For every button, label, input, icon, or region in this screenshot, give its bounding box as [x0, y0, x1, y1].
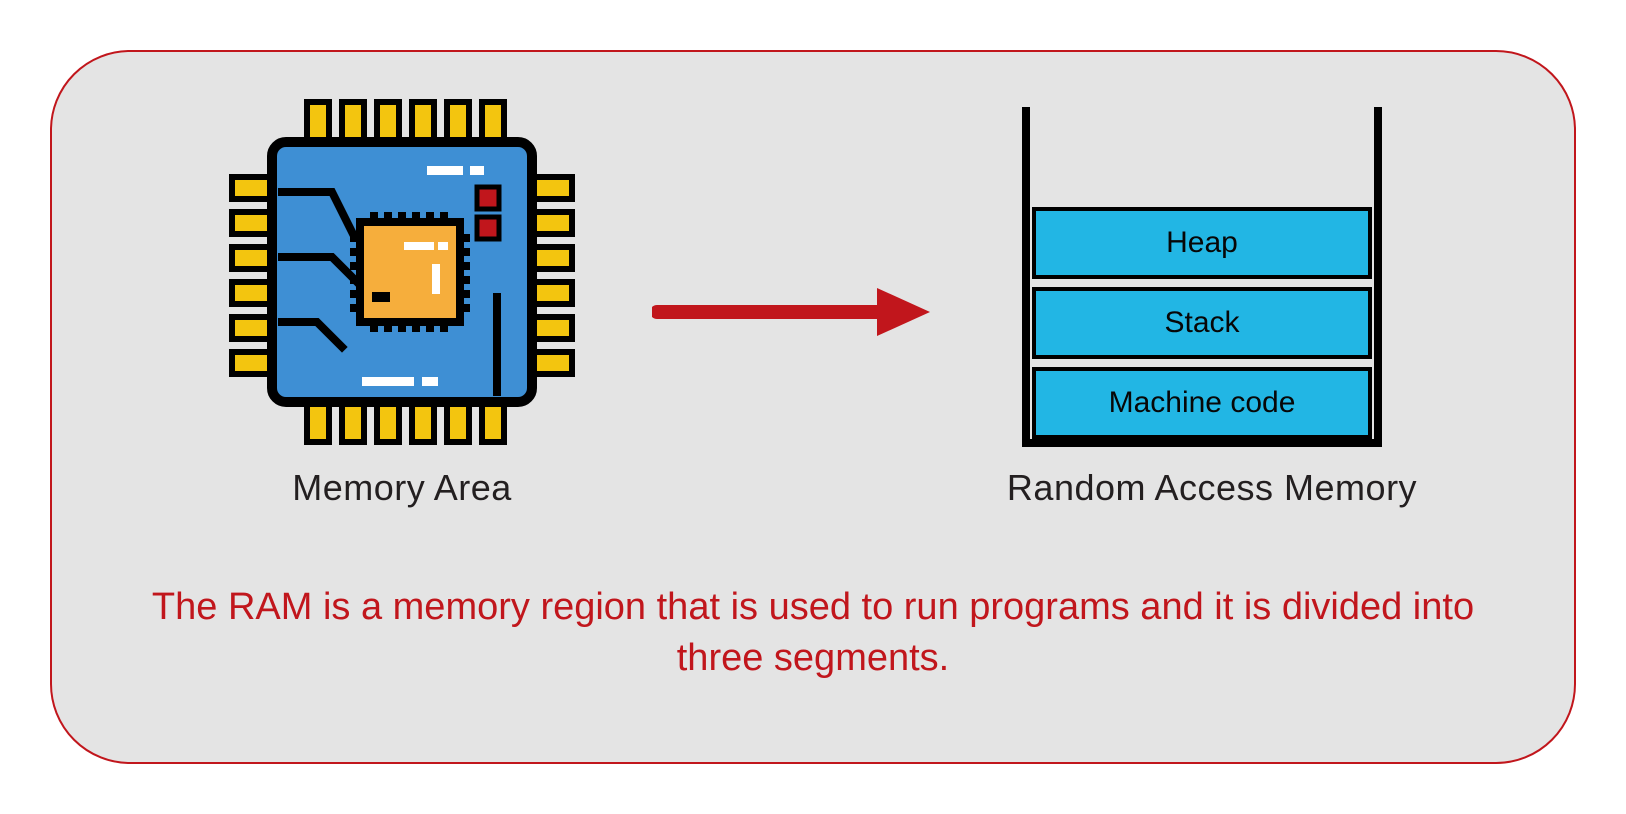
- cpu-chip-icon: [222, 92, 582, 452]
- arrow-right-icon: [652, 282, 932, 322]
- ram-segment-label: Heap: [1166, 226, 1238, 260]
- ram-segment-label: Machine code: [1109, 386, 1296, 420]
- diagram-caption: The RAM is a memory region that is used …: [142, 582, 1484, 685]
- ram-segment-heap: Heap: [1032, 207, 1372, 279]
- diagram-frame: Memory Area Heap Stack Machine code Rand…: [50, 50, 1576, 764]
- memory-area-label: Memory Area: [222, 467, 582, 509]
- ram-segment-label: Stack: [1164, 306, 1239, 340]
- ram-segment-machine-code: Machine code: [1032, 367, 1372, 439]
- ram-label: Random Access Memory: [932, 467, 1492, 509]
- ram-container: Heap Stack Machine code: [1022, 107, 1382, 447]
- ram-segment-stack: Stack: [1032, 287, 1372, 359]
